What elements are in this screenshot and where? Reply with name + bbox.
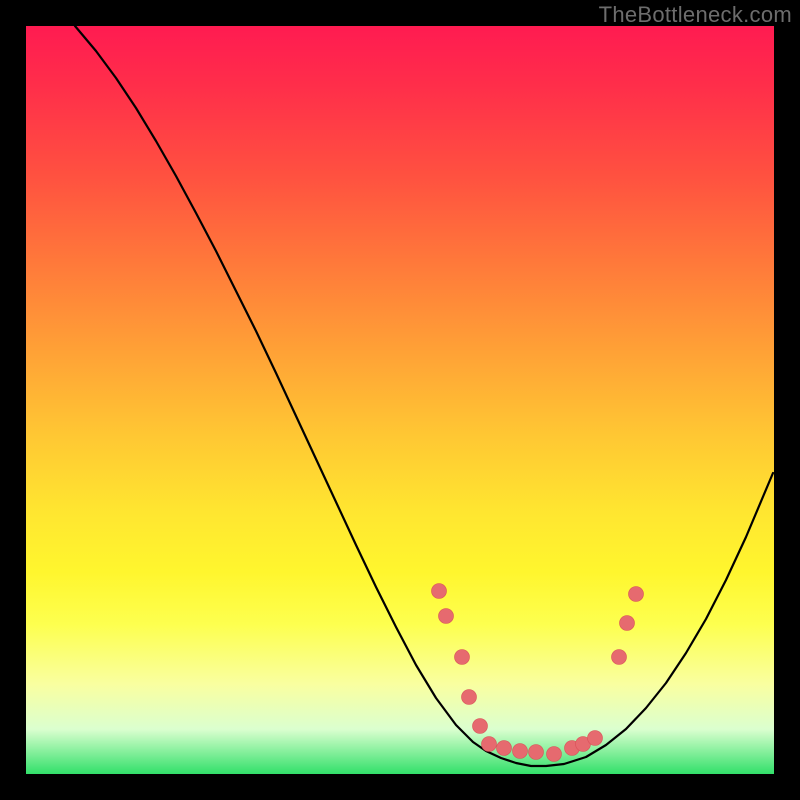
curve-marker	[588, 731, 603, 746]
curve-marker	[482, 737, 497, 752]
curve-marker	[462, 690, 477, 705]
chart-frame: TheBottleneck.com	[0, 0, 800, 800]
curve-marker	[432, 584, 447, 599]
watermark-text: TheBottleneck.com	[599, 2, 792, 28]
curve-marker	[439, 609, 454, 624]
curve-marker	[513, 744, 528, 759]
chart-svg	[26, 26, 774, 774]
bottleneck-curve	[75, 26, 773, 766]
curve-marker	[547, 747, 562, 762]
curve-markers	[432, 584, 644, 762]
curve-marker	[529, 745, 544, 760]
curve-marker	[629, 587, 644, 602]
curve-marker	[620, 616, 635, 631]
chart-plot-area	[26, 26, 774, 774]
curve-marker	[455, 650, 470, 665]
curve-marker	[612, 650, 627, 665]
curve-marker	[497, 741, 512, 756]
curve-marker	[473, 719, 488, 734]
